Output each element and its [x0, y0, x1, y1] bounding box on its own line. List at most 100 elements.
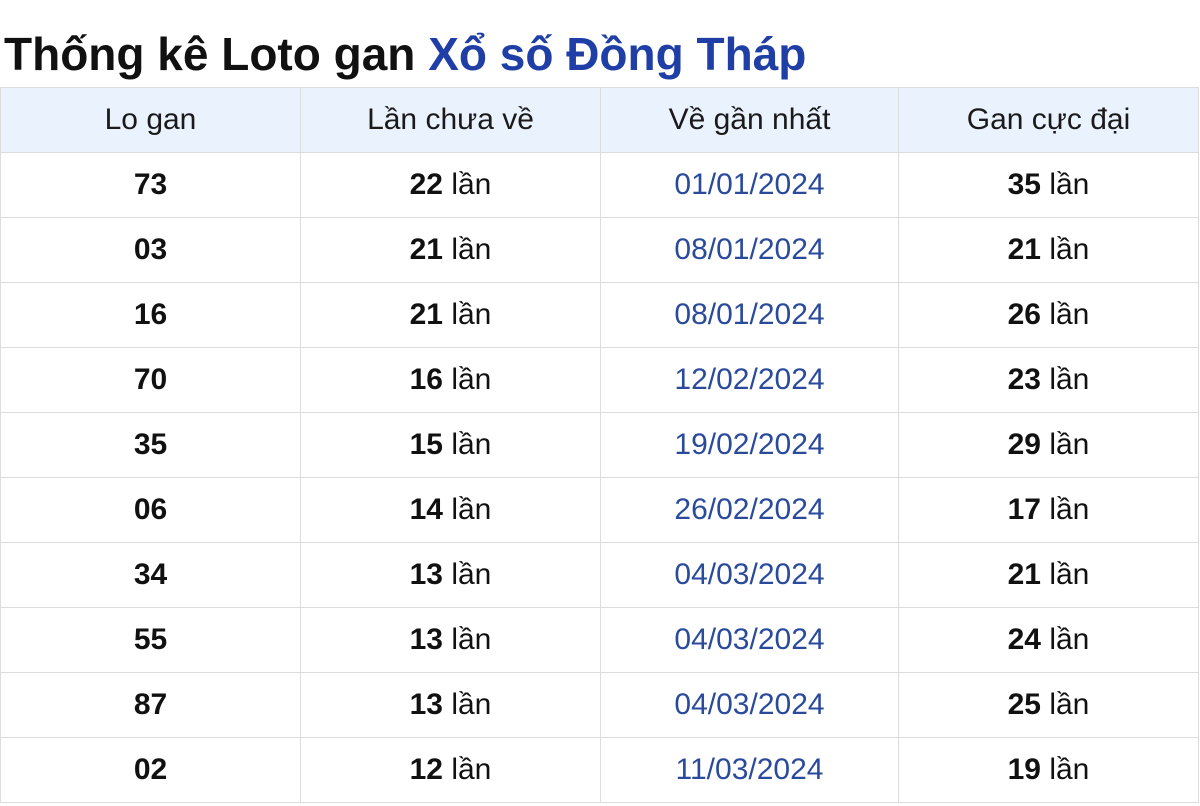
- cell-lo-gan: 70: [0, 347, 301, 413]
- lan-chua-ve-count: 21: [409, 298, 443, 331]
- unit-label: lần: [451, 298, 492, 331]
- table-row: 34 13 lần 04/03/2024 21 lần: [0, 542, 1199, 608]
- cell-lan-chua-ve: 13 lần: [300, 607, 601, 673]
- cell-ve-gan-nhat: 01/01/2024: [600, 152, 899, 218]
- table-row: 35 15 lần 19/02/2024 29 lần: [0, 412, 1199, 478]
- unit-label: lần: [1049, 753, 1090, 786]
- lan-chua-ve-count: 13: [409, 623, 443, 656]
- gan-cuc-dai-count: 23: [1007, 363, 1041, 396]
- lan-chua-ve-count: 22: [409, 168, 443, 201]
- cell-gan-cuc-dai: 23 lần: [898, 347, 1199, 413]
- gan-cuc-dai-count: 21: [1007, 233, 1041, 266]
- gan-cuc-dai-count: 24: [1007, 623, 1041, 656]
- cell-lan-chua-ve: 12 lần: [300, 737, 601, 803]
- cell-lan-chua-ve: 16 lần: [300, 347, 601, 413]
- unit-label: lần: [451, 363, 492, 396]
- cell-ve-gan-nhat: 08/01/2024: [600, 282, 899, 348]
- lo-number: 06: [133, 493, 168, 526]
- gan-cuc-dai-count: 25: [1007, 688, 1041, 721]
- cell-lan-chua-ve: 15 lần: [300, 412, 601, 478]
- cell-gan-cuc-dai: 26 lần: [898, 282, 1199, 348]
- loto-gan-table: Lo gan Lần chưa về Về gần nhất Gan cực đ…: [0, 87, 1199, 803]
- cell-ve-gan-nhat: 11/03/2024: [600, 737, 899, 803]
- table-row: 87 13 lần 04/03/2024 25 lần: [0, 672, 1199, 738]
- lottery-link[interactable]: Xổ số Đồng Tháp: [428, 28, 806, 80]
- unit-label: lần: [451, 753, 492, 786]
- cell-gan-cuc-dai: 19 lần: [898, 737, 1199, 803]
- unit-label: lần: [1049, 298, 1090, 331]
- cell-lo-gan: 73: [0, 152, 301, 218]
- lan-chua-ve-count: 13: [409, 688, 443, 721]
- page-title: Thống kê Loto gan Xổ số Đồng Tháp: [4, 24, 806, 84]
- lo-number: 70: [133, 363, 168, 396]
- cell-lo-gan: 02: [0, 737, 301, 803]
- unit-label: lần: [1049, 623, 1090, 656]
- cell-lo-gan: 06: [0, 477, 301, 543]
- header-ve-gan-nhat: Về gần nhất: [600, 87, 899, 153]
- gan-cuc-dai-count: 17: [1007, 493, 1041, 526]
- cell-ve-gan-nhat: 19/02/2024: [600, 412, 899, 478]
- lan-chua-ve-count: 12: [409, 753, 443, 786]
- cell-gan-cuc-dai: 17 lần: [898, 477, 1199, 543]
- cell-lo-gan: 87: [0, 672, 301, 738]
- cell-ve-gan-nhat: 04/03/2024: [600, 672, 899, 738]
- unit-label: lần: [1049, 493, 1090, 526]
- table-row: 16 21 lần 08/01/2024 26 lần: [0, 282, 1199, 348]
- cell-lo-gan: 16: [0, 282, 301, 348]
- cell-lan-chua-ve: 13 lần: [300, 542, 601, 608]
- unit-label: lần: [1049, 558, 1090, 591]
- cell-ve-gan-nhat: 08/01/2024: [600, 217, 899, 283]
- header-lan-chua-ve: Lần chưa về: [300, 87, 601, 153]
- gan-cuc-dai-count: 26: [1007, 298, 1041, 331]
- lo-number: 35: [133, 428, 168, 461]
- unit-label: lần: [451, 623, 492, 656]
- cell-gan-cuc-dai: 25 lần: [898, 672, 1199, 738]
- unit-label: lần: [451, 428, 492, 461]
- unit-label: lần: [1049, 363, 1090, 396]
- cell-gan-cuc-dai: 21 lần: [898, 542, 1199, 608]
- table-row: 02 12 lần 11/03/2024 19 lần: [0, 737, 1199, 803]
- lo-number: 55: [133, 623, 168, 656]
- table-body: 73 22 lần 01/01/2024 35 lần 03 21 lần 08/01/20…: [0, 152, 1199, 803]
- unit-label: lần: [1049, 428, 1090, 461]
- cell-lan-chua-ve: 22 lần: [300, 152, 601, 218]
- unit-label: lần: [1049, 168, 1090, 201]
- table-header-row: Lo gan Lần chưa về Về gần nhất Gan cực đ…: [0, 87, 1199, 153]
- lo-number: 73: [133, 168, 168, 201]
- cell-ve-gan-nhat: 26/02/2024: [600, 477, 899, 543]
- gan-cuc-dai-count: 21: [1007, 558, 1041, 591]
- cell-gan-cuc-dai: 35 lần: [898, 152, 1199, 218]
- lo-number: 02: [133, 753, 168, 786]
- lo-number: 03: [133, 233, 168, 266]
- unit-label: lần: [1049, 688, 1090, 721]
- cell-gan-cuc-dai: 29 lần: [898, 412, 1199, 478]
- header-lo-gan: Lo gan: [0, 87, 301, 153]
- unit-label: lần: [1049, 233, 1090, 266]
- lan-chua-ve-count: 16: [409, 363, 443, 396]
- unit-label: lần: [451, 688, 492, 721]
- lo-number: 34: [133, 558, 168, 591]
- cell-gan-cuc-dai: 21 lần: [898, 217, 1199, 283]
- lan-chua-ve-count: 15: [409, 428, 443, 461]
- table-row: 06 14 lần 26/02/2024 17 lần: [0, 477, 1199, 543]
- cell-lo-gan: 35: [0, 412, 301, 478]
- unit-label: lần: [451, 493, 492, 526]
- gan-cuc-dai-count: 19: [1007, 753, 1041, 786]
- table-row: 55 13 lần 04/03/2024 24 lần: [0, 607, 1199, 673]
- cell-lo-gan: 34: [0, 542, 301, 608]
- lan-chua-ve-count: 14: [409, 493, 443, 526]
- lo-number: 16: [133, 298, 168, 331]
- lo-number: 87: [133, 688, 168, 721]
- unit-label: lần: [451, 233, 492, 266]
- lan-chua-ve-count: 21: [409, 233, 443, 266]
- gan-cuc-dai-count: 29: [1007, 428, 1041, 461]
- unit-label: lần: [451, 558, 492, 591]
- lan-chua-ve-count: 13: [409, 558, 443, 591]
- unit-label: lần: [451, 168, 492, 201]
- cell-ve-gan-nhat: 04/03/2024: [600, 542, 899, 608]
- cell-lan-chua-ve: 21 lần: [300, 217, 601, 283]
- cell-lan-chua-ve: 21 lần: [300, 282, 601, 348]
- cell-ve-gan-nhat: 04/03/2024: [600, 607, 899, 673]
- header-gan-cuc-dai: Gan cực đại: [898, 87, 1199, 153]
- table-row: 03 21 lần 08/01/2024 21 lần: [0, 217, 1199, 283]
